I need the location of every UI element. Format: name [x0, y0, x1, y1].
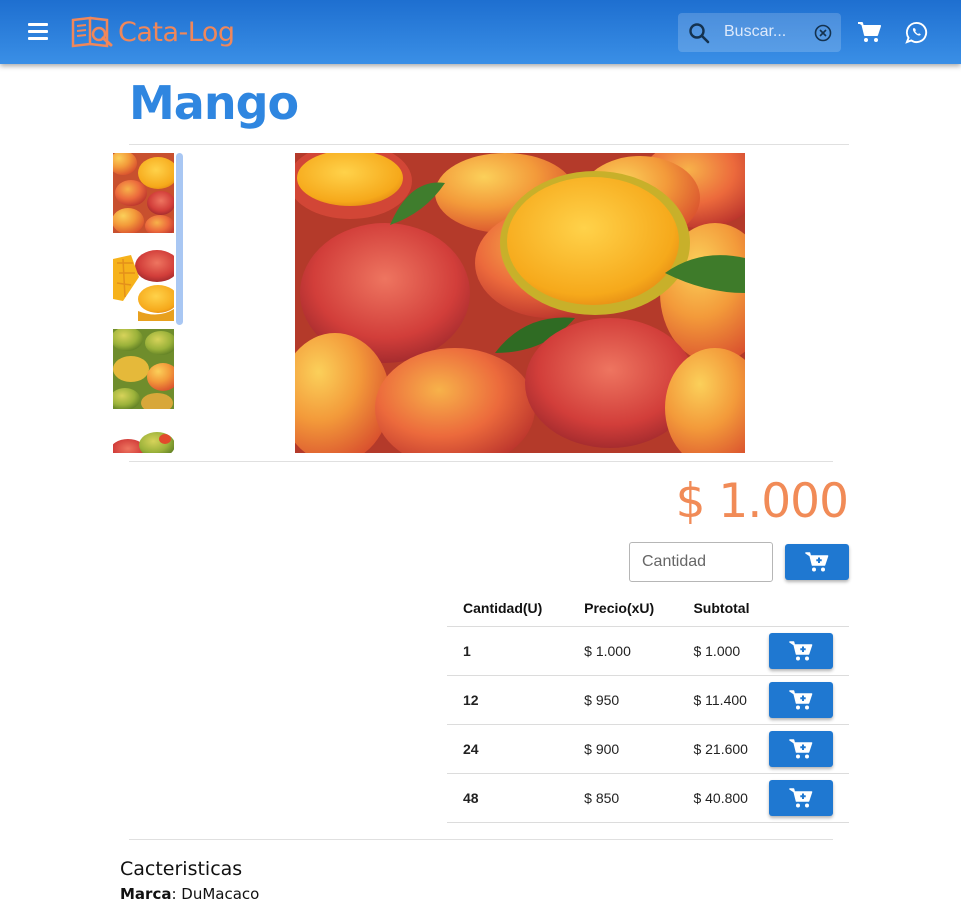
product-main-image	[295, 153, 745, 453]
cart-plus-icon	[789, 689, 813, 709]
characteristic-value: DuMacaco	[181, 885, 260, 903]
row-unit-price: $ 850	[568, 773, 678, 823]
divider	[129, 839, 833, 840]
pricing-table: Cantidad(U) Precio(xU) Subtotal 1 $ 1.00…	[447, 590, 849, 823]
row-subtotal: $ 1.000	[677, 626, 769, 676]
column-header-subtotal: Subtotal	[677, 590, 769, 627]
whatsapp-icon[interactable]	[905, 21, 928, 44]
cart-plus-icon	[789, 738, 813, 758]
row-quantity: 1	[447, 626, 569, 676]
search-box	[678, 13, 841, 52]
divider	[129, 461, 833, 462]
row-unit-price: $ 950	[568, 675, 678, 725]
row-quantity: 48	[447, 773, 569, 823]
column-header-action	[769, 590, 849, 627]
table-row: 24 $ 900 $ 21.600	[447, 724, 849, 774]
table-header-row: Cantidad(U) Precio(xU) Subtotal	[447, 590, 849, 627]
thumbnail-image-3[interactable]	[113, 329, 174, 409]
characteristic-label: Marca	[120, 885, 172, 903]
quantity-input[interactable]	[629, 542, 773, 582]
brand-logo[interactable]: Cata-Log	[70, 12, 235, 52]
column-header-unit-price: Precio(xU)	[568, 590, 678, 627]
thumbnail-strip	[113, 153, 174, 453]
cart-plus-icon	[805, 552, 829, 572]
brand-name: Cata-Log	[118, 16, 235, 48]
cart-icon[interactable]	[857, 20, 881, 44]
thumbnail-image-4[interactable]	[113, 427, 174, 453]
cart-plus-icon	[789, 640, 813, 660]
table-row: 12 $ 950 $ 11.400	[447, 675, 849, 725]
row-quantity: 12	[447, 675, 569, 725]
product-price: $ 1.000	[675, 474, 849, 529]
search-icon[interactable]	[688, 22, 710, 44]
thumbnail-image-2[interactable]	[113, 241, 174, 321]
row-subtotal: $ 40.800	[677, 773, 769, 823]
add-tier-to-cart-button[interactable]	[769, 632, 833, 669]
table-row: 1 $ 1.000 $ 1.000	[447, 626, 849, 676]
row-subtotal: $ 21.600	[677, 724, 769, 774]
clear-icon[interactable]	[814, 24, 832, 42]
characteristic-brand: Marca: DuMacaco	[120, 885, 260, 903]
add-tier-to-cart-button[interactable]	[769, 681, 833, 718]
row-unit-price: $ 1.000	[568, 626, 678, 676]
top-app-bar: Cata-Log	[0, 0, 961, 64]
thumbnail-image-1[interactable]	[113, 153, 174, 233]
row-unit-price: $ 900	[568, 724, 678, 774]
table-row: 48 $ 850 $ 40.800	[447, 773, 849, 823]
characteristics-heading: Cacteristicas	[120, 858, 243, 880]
page-title: Mango	[129, 76, 299, 130]
search-input[interactable]	[724, 21, 804, 43]
menu-icon[interactable]	[24, 20, 52, 44]
row-quantity: 24	[447, 724, 569, 774]
add-tier-to-cart-button[interactable]	[769, 730, 833, 767]
add-tier-to-cart-button[interactable]	[769, 779, 833, 816]
thumbnail-scrollbar[interactable]	[176, 153, 183, 325]
row-subtotal: $ 11.400	[677, 675, 769, 725]
column-header-quantity: Cantidad(U)	[447, 590, 569, 627]
add-to-cart-button[interactable]	[785, 544, 849, 580]
cart-plus-icon	[789, 787, 813, 807]
book-logo-icon	[71, 16, 113, 48]
divider	[129, 144, 849, 145]
